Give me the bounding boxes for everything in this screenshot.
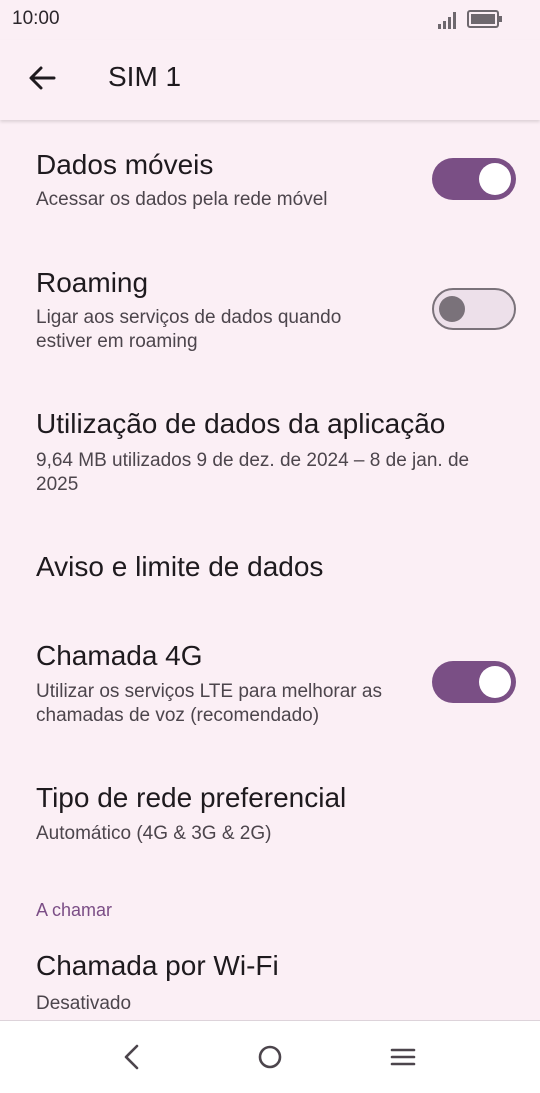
status-time: 10:00 (12, 8, 60, 29)
arrow-back-icon[interactable] (24, 60, 60, 96)
setting-title: Aviso e limite de dados (36, 551, 324, 582)
page-title: SIM 1 (108, 61, 182, 92)
setting-mobile-data[interactable]: Dados móveis Acessar os dados pela rede … (0, 120, 540, 238)
setting-subtitle: Automático (4G & 3G & 2G) (36, 823, 272, 844)
setting-network-type[interactable]: Tipo de rede preferencial Automático (4G… (0, 760, 540, 870)
toggle-knob (479, 163, 511, 195)
call-4g-toggle[interactable] (432, 661, 516, 703)
status-bar: 10:00 (0, 0, 540, 40)
settings-list: Dados móveis Acessar os dados pela rede … (0, 120, 540, 1020)
nav-menu-icon[interactable] (385, 1039, 421, 1075)
section-header-calling: A chamar (36, 900, 113, 920)
nav-home-icon[interactable] (252, 1039, 288, 1075)
signal-icon (438, 12, 456, 29)
setting-title: Utilização de dados da aplicação (36, 408, 446, 439)
toggle-knob (479, 666, 511, 698)
setting-data-warning[interactable]: Aviso e limite de dados (0, 520, 540, 620)
app-bar: SIM 1 (0, 40, 540, 120)
nav-back-icon[interactable] (114, 1039, 150, 1075)
setting-roaming[interactable]: Roaming Ligar aos serviços de dados quan… (0, 238, 540, 366)
battery-icon (467, 10, 502, 28)
setting-subtitle: Desativado (36, 993, 132, 1014)
setting-call-4g[interactable]: Chamada 4G Utilizar os serviços LTE para… (0, 620, 540, 750)
setting-wifi-calling[interactable]: Chamada por Wi-Fi Desativado (0, 930, 540, 1020)
setting-subtitle: 9,64 MB utilizados 9 de dez. de 2024 – 8… (36, 450, 470, 495)
setting-title: Tipo de rede preferencial (36, 782, 347, 813)
setting-title: Dados móveis (36, 149, 214, 180)
setting-title: Roaming (36, 267, 149, 298)
toggle-knob (439, 296, 465, 322)
setting-title: Chamada por Wi-Fi (36, 950, 279, 981)
setting-title: Chamada 4G (36, 640, 203, 671)
mobile-data-toggle[interactable] (432, 158, 516, 200)
setting-subtitle: Utilizar os serviços LTE para melhorar a… (36, 681, 382, 726)
roaming-toggle[interactable] (432, 288, 516, 330)
navigation-bar (0, 1020, 540, 1093)
setting-app-data-usage[interactable]: Utilização de dados da aplicação 9,64 MB… (0, 382, 540, 508)
setting-subtitle: Ligar aos serviços de dados quando estiv… (36, 307, 342, 352)
